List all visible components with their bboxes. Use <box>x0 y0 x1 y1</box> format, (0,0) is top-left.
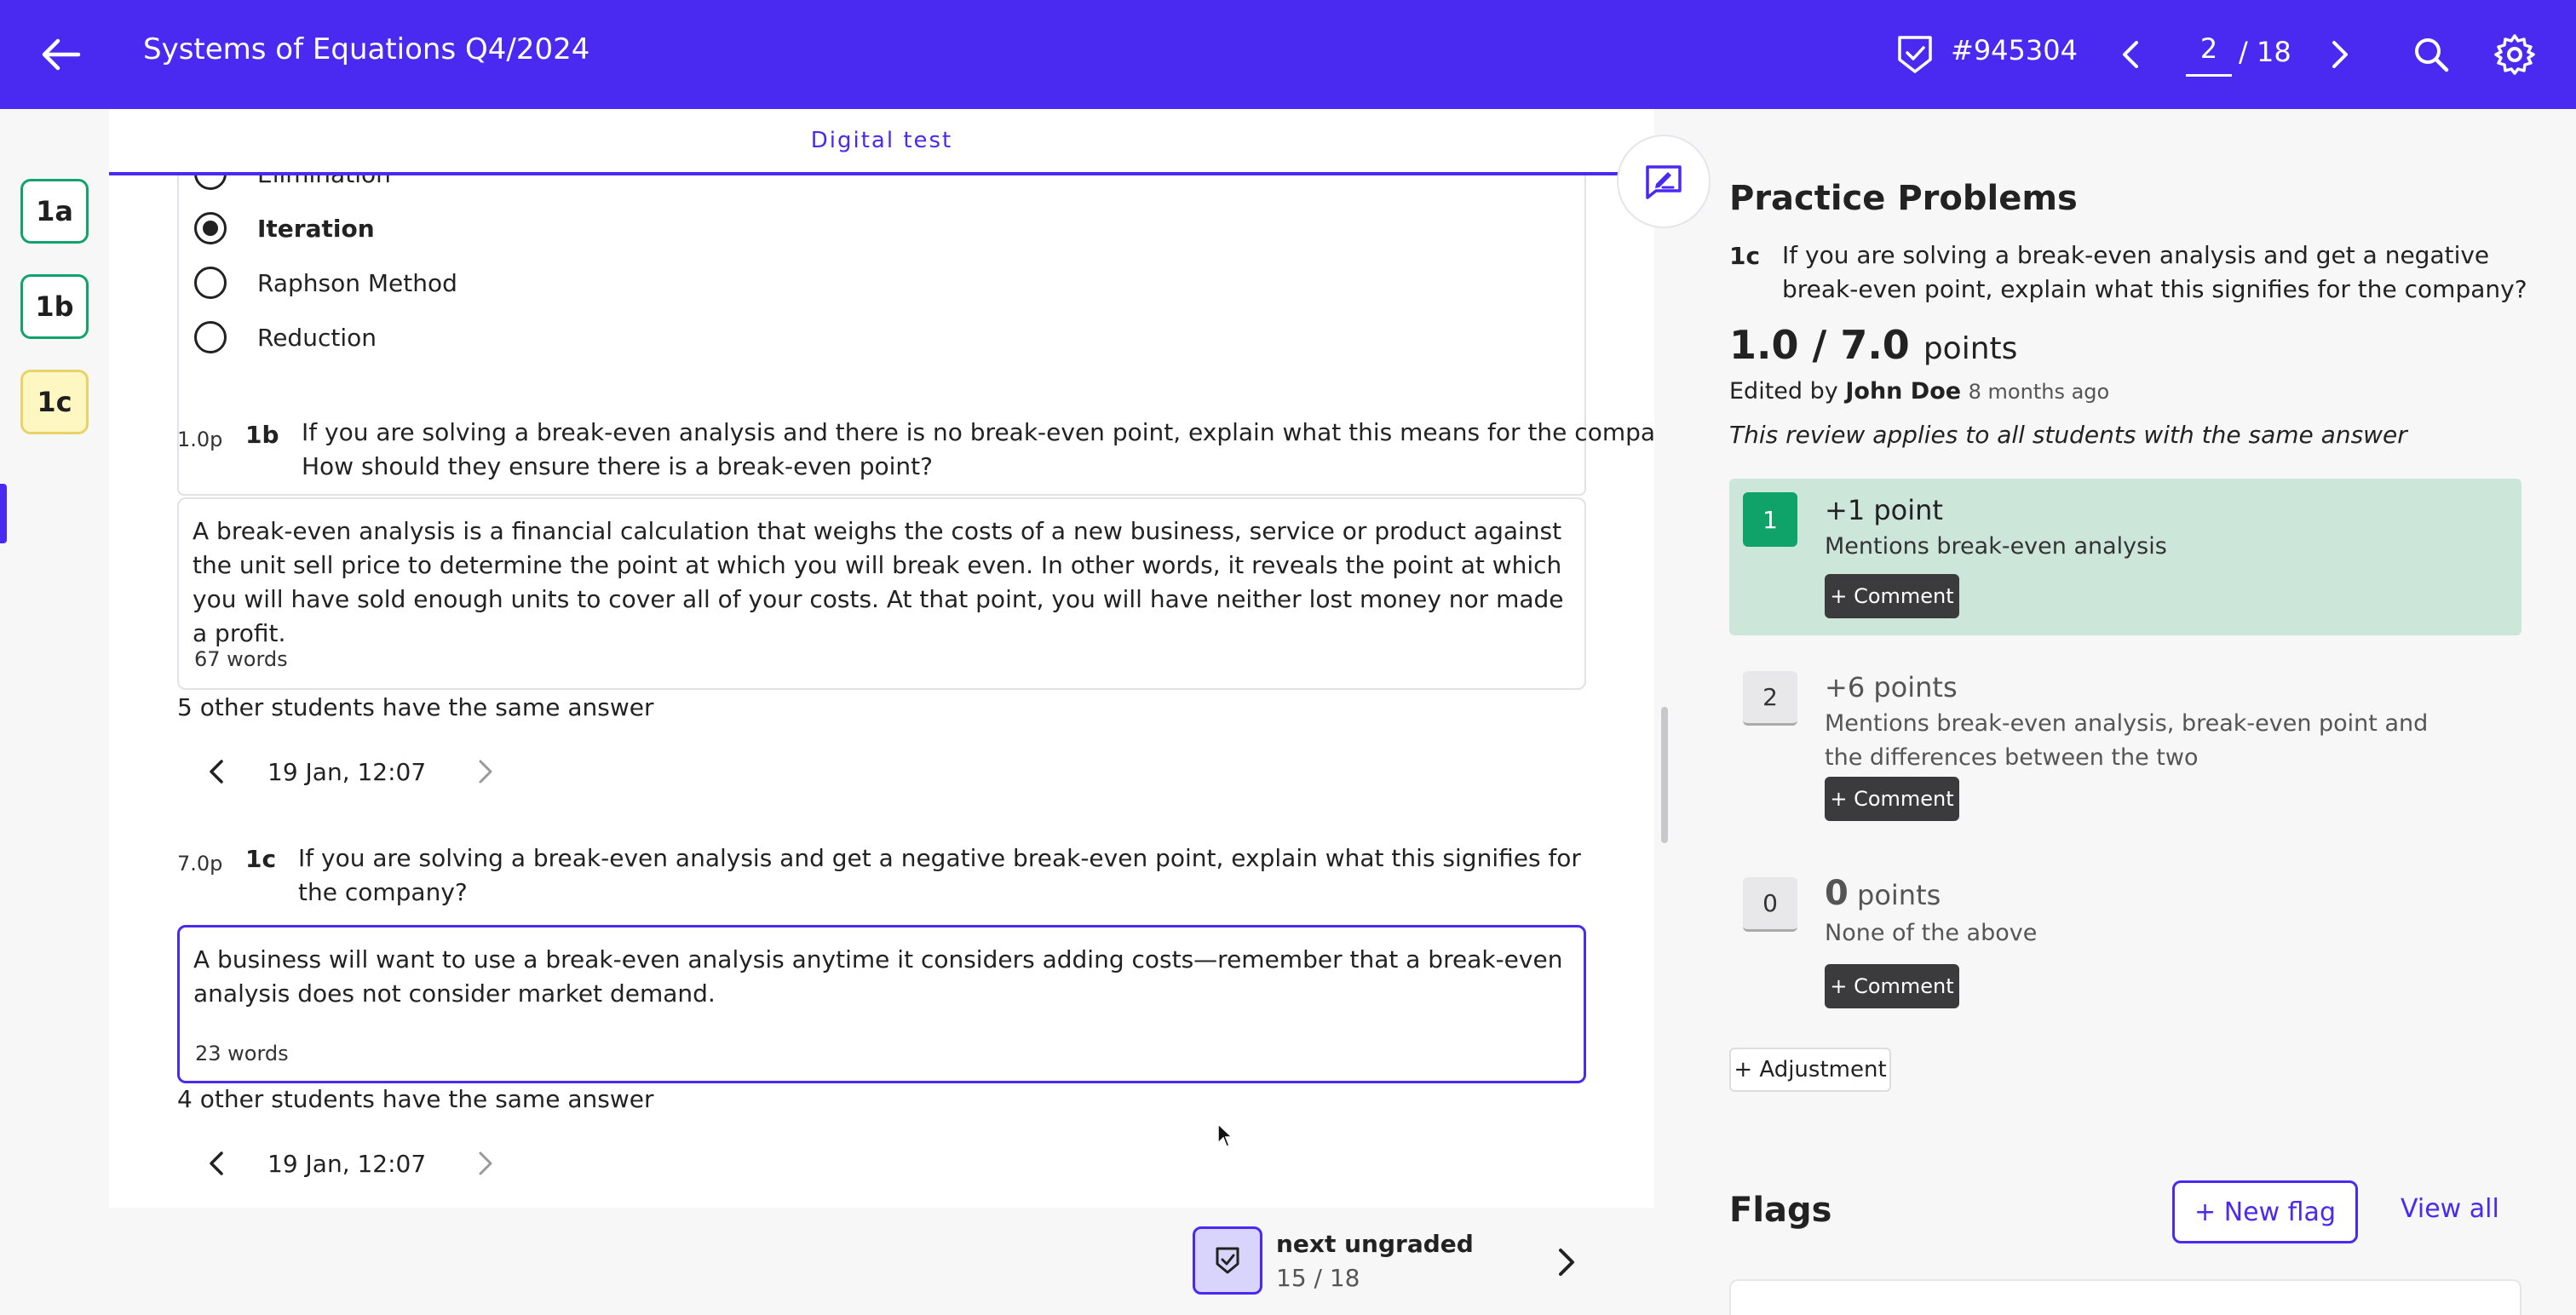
comment-button[interactable]: + Comment <box>1825 964 1959 1008</box>
edit-comment-icon <box>1646 165 1682 199</box>
edited-info: Edited by John Doe 8 months ago <box>1729 378 2109 405</box>
answer-box-selected[interactable]: A business will want to use a break-even… <box>177 925 1586 1083</box>
option-label: Raphson Method <box>257 268 457 297</box>
previous-answer-icon[interactable] <box>203 756 233 787</box>
grading-panel: Practice Problems 1c If you are solving … <box>1675 109 2576 1315</box>
new-flag-button[interactable]: + New flag <box>2172 1180 2358 1243</box>
rail-item-1a[interactable]: 1a <box>20 179 89 244</box>
page-total: / 18 <box>2239 36 2291 68</box>
active-marker <box>0 484 7 543</box>
rubric-number[interactable]: 2 <box>1743 671 1797 726</box>
answer-text: A business will want to use a break-even… <box>193 945 1563 1008</box>
shield-check-icon <box>1898 36 1932 73</box>
question-id: 1c <box>245 845 277 873</box>
tab-bar: Digital test <box>109 109 1654 175</box>
question-rail: 1a 1b 1c <box>0 109 109 1315</box>
rubric-points-value: 0 <box>1825 874 1849 913</box>
shield-check-icon <box>1216 1247 1239 1274</box>
rubric-number[interactable]: 0 <box>1743 877 1797 932</box>
rubric-item-1[interactable]: 1 +1 point Mentions break-even analysis … <box>1729 479 2521 635</box>
rubric-item-2[interactable]: 2 +6 points Mentions break-even analysis… <box>1729 663 2521 841</box>
rubric-description: Mentions break-even analysis <box>1825 533 2167 560</box>
rubric-points-unit: points <box>1857 879 1941 911</box>
radio-button-selected[interactable] <box>194 212 227 244</box>
option-raphson[interactable]: Raphson Method <box>194 262 457 303</box>
answer-navigator: 19 Jan, 12:07 <box>203 751 499 792</box>
annotate-button[interactable] <box>1617 135 1711 228</box>
page-title: Systems of Equations Q4/2024 <box>143 32 590 66</box>
radio-button[interactable] <box>194 267 227 299</box>
option-label: Reduction <box>257 323 377 352</box>
answer-date: 19 Jan, 12:07 <box>267 757 427 786</box>
answer-text: A break-even analysis is a financial cal… <box>193 517 1564 647</box>
rubric-item-0[interactable]: 0 0 points None of the above + Comment <box>1729 867 2521 1020</box>
rubric-description: Mentions break-even analysis, break-even… <box>1825 710 2429 771</box>
view-all-link[interactable]: View all <box>2401 1194 2499 1224</box>
answer-date: 19 Jan, 12:07 <box>267 1149 427 1178</box>
tab-digital-test[interactable]: Digital test <box>109 128 1654 153</box>
previous-page-icon[interactable] <box>2116 37 2147 72</box>
word-count: 23 words <box>195 1042 289 1065</box>
test-id: #945304 <box>1951 34 2078 66</box>
score: 1.0 / 7.0 points <box>1729 322 2017 368</box>
mouse-cursor-icon <box>1217 1123 1233 1147</box>
top-bar: Systems of Equations Q4/2024 #945304 2 /… <box>0 0 2576 109</box>
answer-navigator: 19 Jan, 12:07 <box>203 1143 499 1184</box>
radio-button[interactable] <box>194 321 227 353</box>
option-iteration[interactable]: Iteration <box>194 208 375 249</box>
next-answer-icon[interactable] <box>469 756 499 787</box>
comment-button[interactable]: + Comment <box>1825 777 1959 821</box>
edited-time: 8 months ago <box>1968 380 2110 404</box>
question-text: If you are solving a break-even analysis… <box>302 418 1654 480</box>
score-value: 1.0 / 7.0 <box>1729 322 1910 368</box>
comment-button[interactable]: + Comment <box>1825 574 1959 618</box>
applies-note: This review applies to all students with… <box>1729 421 2407 449</box>
question-points: 1.0p <box>177 428 223 451</box>
panel-title: Practice Problems <box>1729 179 2078 218</box>
search-icon[interactable] <box>2411 34 2452 75</box>
answers-panel: Digital test Elimination Iteration Raphs… <box>109 109 1654 1208</box>
option-label: Iteration <box>257 214 375 243</box>
next-answer-icon[interactable] <box>469 1148 499 1179</box>
rubric-points: 0 points <box>1825 874 1941 913</box>
next-page-icon[interactable] <box>2324 37 2355 72</box>
next-ungraded-label: next ungraded <box>1276 1230 1474 1258</box>
word-count: 67 words <box>194 647 288 671</box>
rail-item-1c[interactable]: 1c <box>20 370 89 434</box>
option-reduction[interactable]: Reduction <box>194 317 377 358</box>
chevron-right-icon[interactable] <box>1550 1245 1581 1279</box>
score-unit: points <box>1923 331 2018 366</box>
rubric-points: +1 point <box>1825 494 1943 526</box>
rail-item-1b[interactable]: 1b <box>20 274 89 339</box>
same-answer-note: 4 other students have the same answer <box>177 1085 654 1113</box>
page-number-input[interactable]: 2 <box>2186 32 2232 77</box>
editor-name: John Doe <box>1845 378 1962 405</box>
question-text: If you are solving a break-even analysis… <box>1782 241 2527 303</box>
question-text: If you are solving a break-even analysis… <box>298 844 1581 906</box>
flags-title: Flags <box>1729 1191 1832 1230</box>
flag-card <box>1729 1279 2521 1315</box>
scrollbar[interactable] <box>1661 707 1668 843</box>
next-ungraded-count: 15 / 18 <box>1276 1264 1360 1292</box>
rubric-number[interactable]: 1 <box>1743 492 1797 547</box>
previous-answer-icon[interactable] <box>203 1148 233 1179</box>
next-ungraded-button[interactable]: next ungraded 15 / 18 <box>1193 1226 1584 1298</box>
same-answer-note: 5 other students have the same answer <box>177 693 654 721</box>
rubric-description: None of the above <box>1825 920 2038 946</box>
question-points: 7.0p <box>177 852 223 876</box>
question-id: 1b <box>245 421 279 449</box>
next-ungraded-icon-box <box>1193 1226 1262 1295</box>
rubric-points: +6 points <box>1825 671 1958 703</box>
adjustment-button[interactable]: + Adjustment <box>1729 1048 1891 1092</box>
back-arrow-icon[interactable] <box>39 34 83 75</box>
answer-box[interactable]: A break-even analysis is a financial cal… <box>177 497 1586 690</box>
question-id: 1c <box>1729 242 1761 270</box>
edited-prefix: Edited by <box>1729 378 1838 405</box>
gear-icon[interactable] <box>2493 32 2537 77</box>
